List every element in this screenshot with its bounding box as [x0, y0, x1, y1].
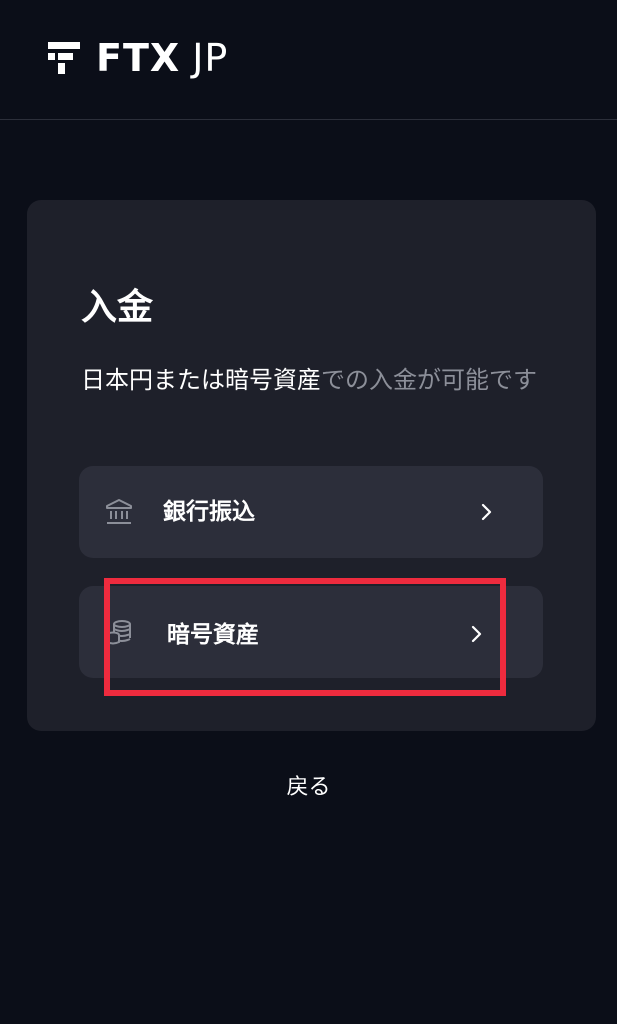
crypto-asset-label: 暗号資産 — [167, 622, 259, 648]
chevron-right-icon — [481, 503, 492, 521]
chevron-right-icon — [471, 625, 482, 643]
deposit-card: 入金 日本円または暗号資産での入金が可能です 銀行振込 暗号資産 — [27, 200, 596, 731]
crypto-asset-option[interactable]: 暗号資産 — [79, 586, 543, 678]
logo-brand-text: FTX — [96, 36, 181, 80]
back-link[interactable]: 戻る — [0, 772, 617, 804]
ftx-logo-mark-icon — [48, 42, 80, 74]
deposit-description-rest: での入金が可能です — [321, 366, 537, 394]
logo-wordmark: FTX JP — [96, 38, 228, 78]
bank-icon — [106, 499, 132, 524]
logo-region-text: JP — [192, 36, 229, 80]
bank-transfer-label: 銀行振込 — [163, 499, 255, 525]
bank-transfer-option[interactable]: 銀行振込 — [79, 466, 543, 558]
coins-icon — [106, 620, 131, 645]
ftx-jp-logo[interactable]: FTX JP — [48, 38, 228, 78]
app-header: FTX JP — [0, 0, 617, 120]
deposit-description-emphasis: 日本円または暗号資産 — [81, 366, 321, 394]
deposit-description: 日本円または暗号資産での入金が可能です — [81, 360, 551, 400]
page-title: 入金 — [81, 287, 154, 328]
